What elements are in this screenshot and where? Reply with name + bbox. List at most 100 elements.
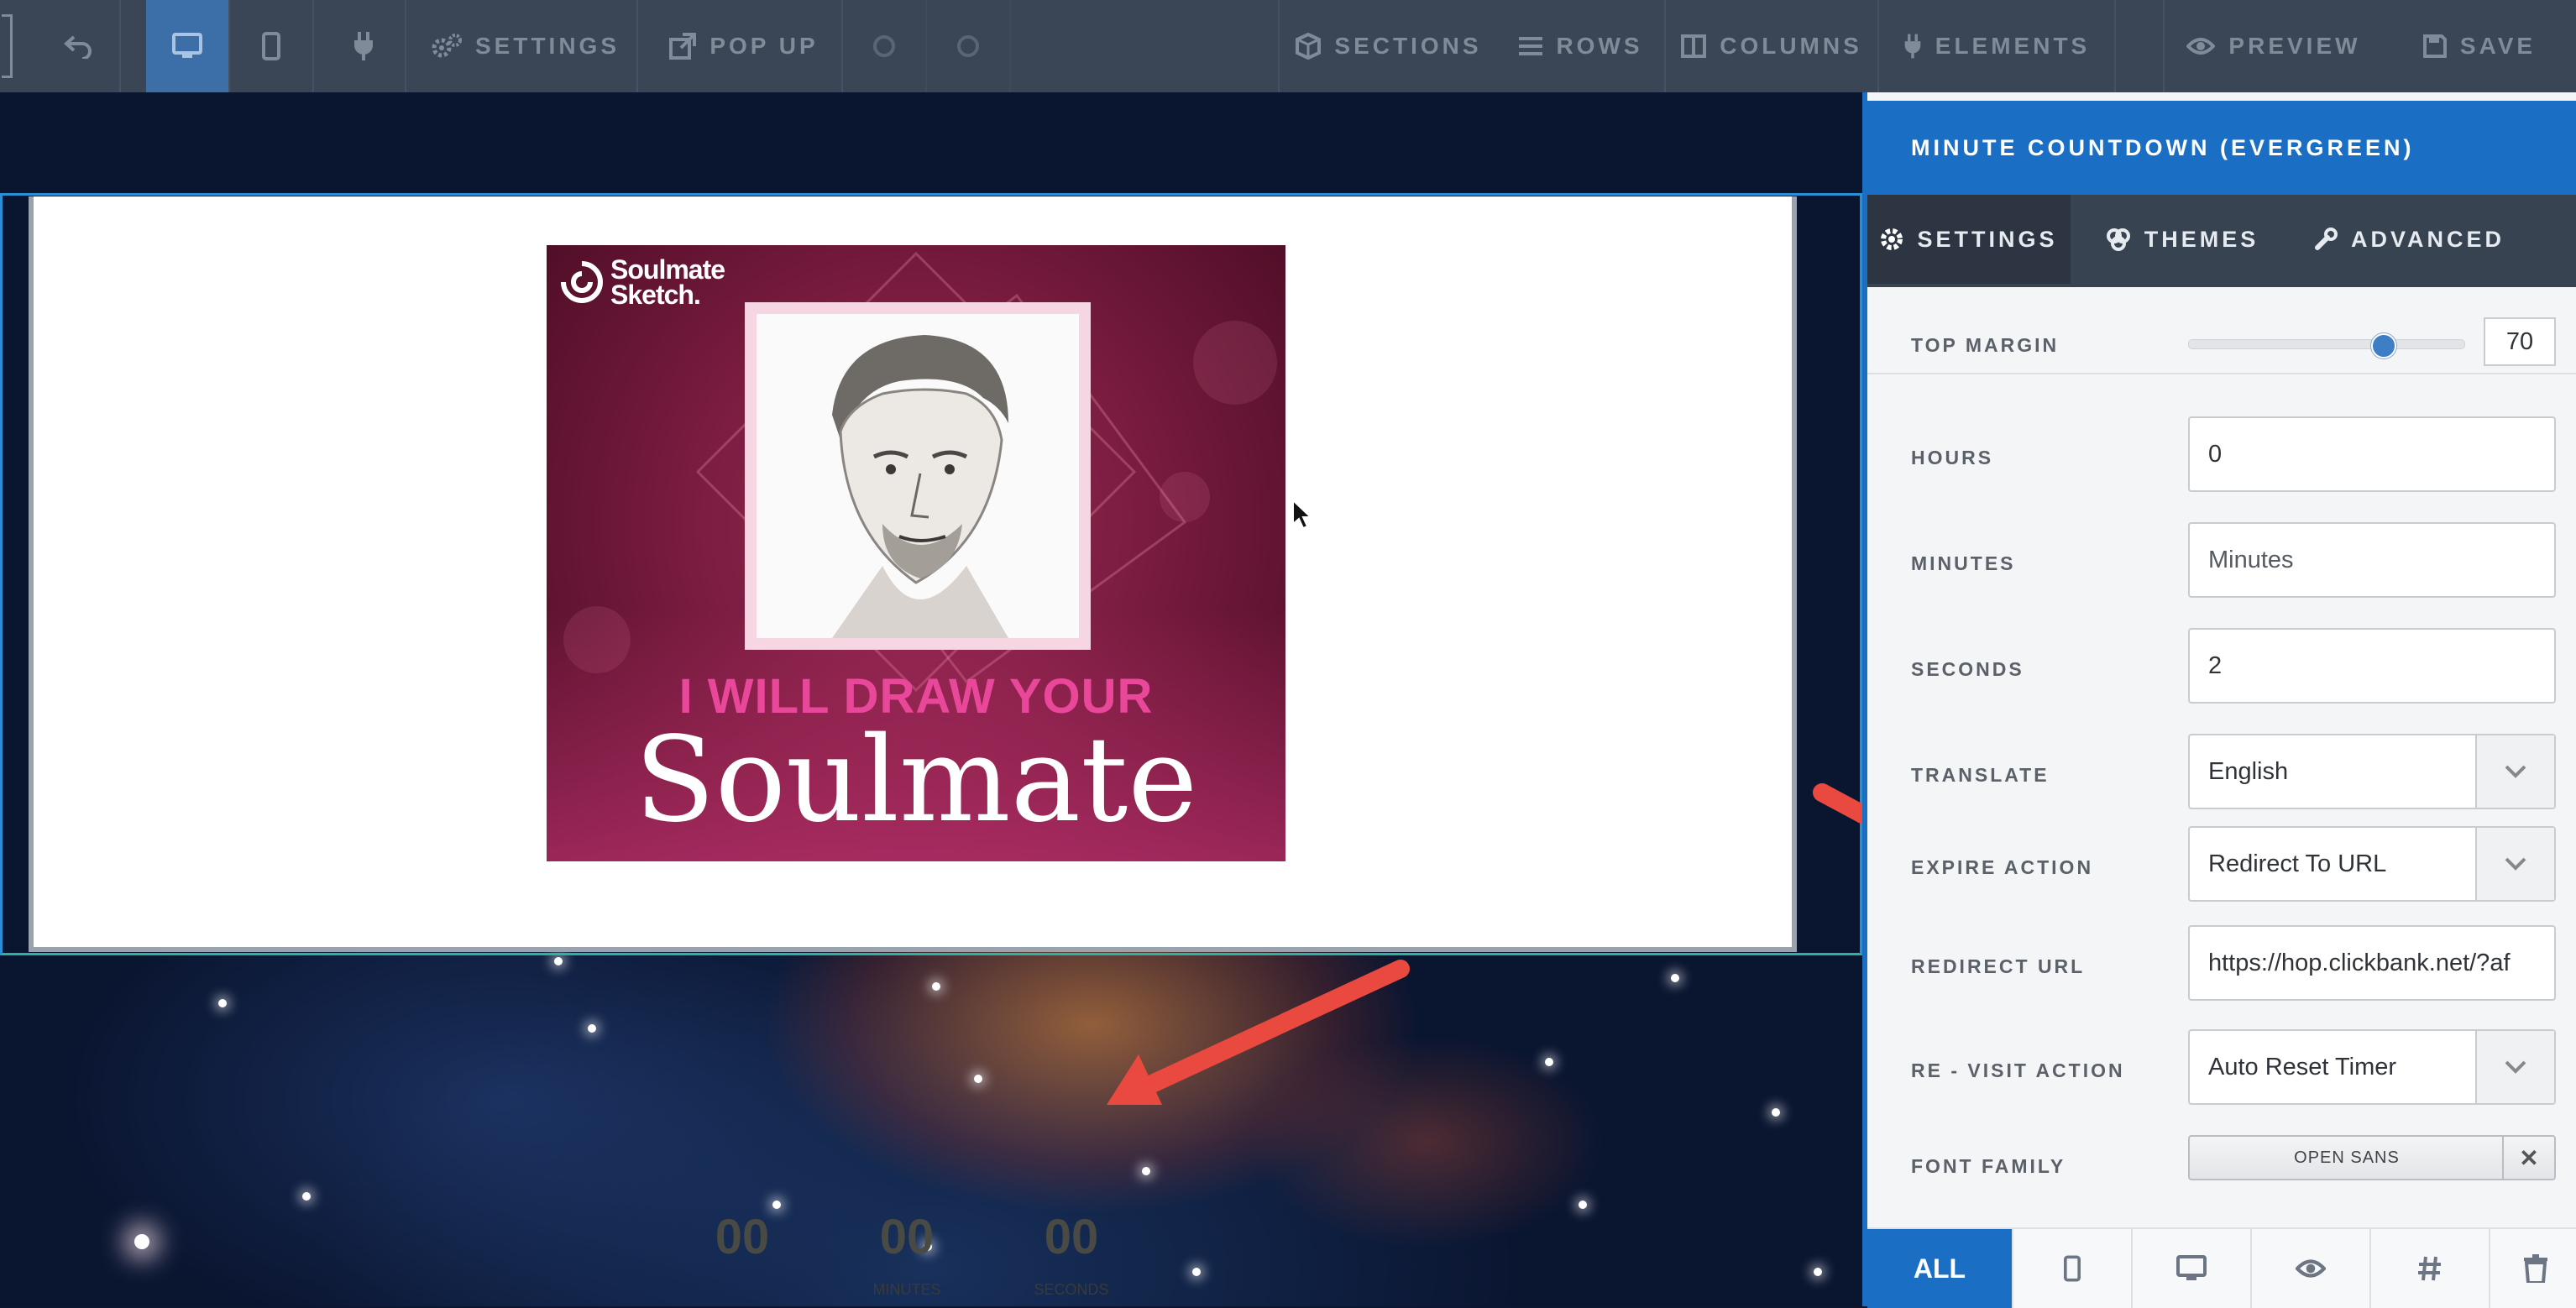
tab-advanced[interactable]: ADVANCED (2314, 195, 2576, 284)
settings-label: SETTINGS (474, 33, 620, 59)
columns-button[interactable]: COLUMNS (1666, 0, 1879, 92)
page-canvas[interactable]: Soulmate Sketch. I WILL DRAW YOUR Soulma… (0, 92, 1862, 1306)
desktop-icon (172, 33, 202, 58)
font-family-value: OPEN SANS (2294, 1148, 2400, 1167)
palette-icon (2106, 228, 2130, 251)
preview-label: PREVIEW (2228, 33, 2361, 59)
logo-line2: Sketch. (610, 280, 701, 310)
star (554, 957, 563, 965)
mobile-view-button[interactable] (230, 0, 314, 92)
star (772, 1201, 781, 1209)
star (1192, 1268, 1201, 1276)
settings-button[interactable]: SETTINGS (415, 0, 638, 92)
rows-label: ROWS (1556, 33, 1643, 59)
soulmate-sketch-logo: Soulmate Sketch. (558, 254, 725, 310)
visibility-mobile-button[interactable] (2013, 1229, 2133, 1308)
logo-line1: Soulmate (610, 254, 725, 285)
history-disabled-button[interactable] (927, 0, 1011, 92)
translate-select[interactable]: English (2188, 734, 2556, 809)
gears-icon (432, 34, 462, 58)
panel-title: MINUTE COUNTDOWN (EVERGREEN) (1867, 101, 2576, 195)
trash-icon (2524, 1254, 2547, 1283)
expire-action-select[interactable]: Redirect To URL (2188, 826, 2556, 902)
popup-button[interactable]: POP UP (647, 0, 843, 92)
columns-icon (1681, 34, 1707, 58)
plug-icon (1904, 34, 1921, 59)
tab-advanced-label: ADVANCED (2351, 226, 2505, 252)
eye-icon (2296, 1259, 2326, 1278)
minutes-input[interactable]: Minutes (2188, 522, 2556, 598)
soulmate-banner-image[interactable]: Soulmate Sketch. I WILL DRAW YOUR Soulma… (547, 245, 1285, 861)
tab-themes[interactable]: THEMES (2071, 195, 2294, 284)
section-top[interactable]: Soulmate Sketch. I WILL DRAW YOUR Soulma… (29, 196, 1797, 952)
seconds-input[interactable]: 2 (2188, 628, 2556, 704)
expire-action-label: EXPIRE ACTION (1911, 856, 2094, 878)
cube-icon (1296, 33, 1322, 60)
swirl-logo-icon (561, 261, 603, 303)
star (932, 982, 940, 991)
elements-label: ELEMENTS (1935, 33, 2091, 59)
star (302, 1192, 311, 1201)
chevron-down-icon[interactable] (2475, 1031, 2554, 1103)
chevron-down-icon[interactable] (2475, 735, 2554, 808)
history-icon (957, 35, 979, 57)
font-family-picker[interactable]: OPEN SANS ✕ (2188, 1135, 2556, 1180)
hours-input[interactable]: 0 (2188, 416, 2556, 492)
visibility-all-button[interactable]: ALL (1867, 1229, 2013, 1308)
banner-headline: Soulmate (634, 712, 1198, 849)
star (1579, 1201, 1587, 1209)
css-id-button[interactable] (2371, 1229, 2490, 1308)
star (1142, 1167, 1150, 1175)
sections-button[interactable]: SECTIONS (1278, 0, 1498, 92)
floppy-disk-icon (2422, 34, 2447, 58)
external-link-icon (669, 33, 697, 60)
visibility-all-label: ALL (1913, 1253, 1966, 1284)
top-margin-slider[interactable] (2188, 333, 2465, 358)
chevron-down-icon[interactable] (2475, 828, 2554, 900)
save-label: SAVE (2459, 33, 2537, 59)
sections-label: SECTIONS (1334, 33, 1482, 59)
clear-font-icon[interactable]: ✕ (2502, 1137, 2554, 1179)
countdown-seconds: 00 (1044, 1210, 1099, 1264)
visibility-bar: ALL (1867, 1227, 2576, 1308)
element-settings-panel: MINUTE COUNTDOWN (EVERGREEN) SETTINGS TH… (1862, 92, 2576, 1308)
elements-button[interactable]: ELEMENTS (1879, 0, 2116, 92)
undo-icon (64, 35, 92, 59)
save-button[interactable]: SAVE (2383, 0, 2576, 92)
columns-label: COLUMNS (1720, 33, 1862, 59)
top-margin-slider-handle[interactable] (2370, 333, 2396, 358)
eye-icon (2186, 38, 2216, 55)
popup-label: POP UP (709, 33, 819, 59)
tab-settings[interactable]: SETTINGS (1867, 195, 2071, 284)
tab-themes-label: THEMES (2144, 226, 2259, 252)
mouse-cursor-icon (1292, 499, 1313, 530)
minutes-label: MINUTES (1911, 552, 2016, 574)
visibility-preview-button[interactable] (2252, 1229, 2371, 1308)
top-margin-value[interactable]: 70 (2484, 317, 2556, 366)
rows-button[interactable]: ROWS (1498, 0, 1666, 92)
gear-icon (1881, 228, 1903, 250)
wrench-icon (2315, 228, 2338, 250)
top-margin-row: TOP MARGIN 70 (1867, 287, 2576, 374)
star (974, 1075, 982, 1083)
rows-icon (1519, 37, 1543, 55)
font-family-label: FONT FAMILY (1911, 1155, 2066, 1177)
visibility-desktop-button[interactable] (2133, 1229, 2252, 1308)
translate-label: TRANSLATE (1911, 764, 2050, 786)
redirect-url-input[interactable]: https://hop.clickbank.net/?af (2188, 925, 2556, 1001)
mobile-icon (2064, 1255, 2081, 1282)
delete-element-button[interactable] (2490, 1229, 2576, 1308)
undo-button[interactable] (37, 0, 121, 92)
star (218, 999, 227, 1007)
plugin-button[interactable] (322, 0, 406, 92)
redo-disabled-button[interactable] (843, 0, 927, 92)
redirect-url-label: REDIRECT URL (1911, 955, 2086, 977)
star (1545, 1058, 1553, 1066)
revisit-action-select[interactable]: Auto Reset Timer (2188, 1029, 2556, 1105)
hours-label: HOURS (1911, 447, 1994, 468)
desktop-view-button[interactable] (146, 0, 230, 92)
tab-settings-label: SETTINGS (1917, 226, 2058, 252)
preview-button[interactable]: PREVIEW (2163, 0, 2383, 92)
seconds-label: SECONDS (1911, 658, 2024, 680)
star (588, 1024, 596, 1033)
